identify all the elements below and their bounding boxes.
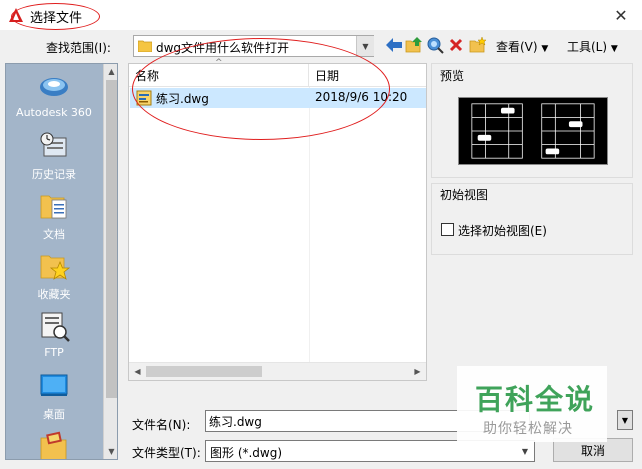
place-label: 历史记录 [32,168,76,181]
autodesk-360-icon [40,78,68,96]
places-scrollbar[interactable]: ▲ ▼ [103,64,117,459]
up-folder-button[interactable] [405,36,423,54]
chevron-down-icon: ▼ [610,44,618,54]
ftp-icon [41,312,70,342]
filetype-label: 文件类型(T): [132,446,201,460]
view-menu[interactable]: 查看(V) ▼ [496,38,548,55]
favorites-icon [40,255,70,280]
close-icon: ✕ [614,5,628,25]
lookin-label: 查找范围(I): [46,41,111,55]
tools-menu[interactable]: 工具(L) ▼ [567,38,618,55]
open-options-button[interactable]: ▼ [617,410,633,430]
preview-group: 预览 [431,63,633,178]
history-icon [40,132,67,157]
scroll-thumb[interactable] [106,80,117,398]
preview-label: 预览 [440,69,465,83]
watermark-title: 百科全说 [475,383,596,416]
drawing-preview [458,97,608,165]
place-favorites[interactable]: 收藏夹 [6,250,102,302]
documents-icon [40,195,67,219]
annotation-ellipse-title [11,3,100,30]
place-label: 桌面 [43,408,65,421]
place-buzzsaw[interactable] [6,430,102,459]
place-documents[interactable]: 文档 [6,190,102,242]
new-folder-icon [469,37,487,53]
place-label: FTP [44,346,64,359]
chevron-down-icon: ▼ [541,44,549,54]
scroll-left-icon[interactable]: ◀ [129,363,146,380]
buzzsaw-icon [40,431,67,459]
chevron-down-icon[interactable]: ▼ [356,36,374,56]
filetype-dropdown[interactable]: 图形 (*.dwg) ▼ [205,440,535,462]
scroll-right-icon[interactable]: ▶ [409,363,426,380]
places-bar: Autodesk 360 历史记录 文档 收藏夹 FTP 桌面 ▲ ▼ [5,63,118,460]
scroll-thumb[interactable] [146,366,262,377]
select-initial-view-checkbox[interactable] [441,223,454,236]
new-folder-button[interactable] [469,36,487,54]
place-label: 收藏夹 [37,288,71,301]
desktop-icon [40,374,68,396]
horizontal-scrollbar[interactable]: ◀ ▶ [129,362,426,380]
up-folder-icon [405,37,422,53]
watermark: 百科全说 助你轻松解决 [457,366,607,442]
close-button[interactable]: ✕ [604,2,638,28]
watermark-subtitle: 助你轻松解决 [483,421,573,437]
scroll-down-icon[interactable]: ▼ [104,444,117,459]
place-ftp[interactable]: FTP [6,310,102,359]
search-web-button[interactable] [426,36,444,54]
delete-icon [449,38,463,52]
chevron-down-icon[interactable]: ▼ [516,441,534,461]
place-desktop[interactable]: 桌面 [6,370,102,422]
initial-view-label: 初始视图 [440,188,489,202]
place-autodesk-360[interactable]: Autodesk 360 [6,70,102,119]
filename-label: 文件名(N): [132,418,191,432]
delete-button[interactable] [447,36,465,54]
select-initial-view-label[interactable]: 选择初始视图(E) [458,222,547,239]
place-label: Autodesk 360 [16,106,92,119]
places-list: Autodesk 360 历史记录 文档 收藏夹 FTP 桌面 [6,64,102,459]
place-label: 文档 [43,228,65,241]
back-button[interactable] [385,36,403,54]
folder-icon [138,40,152,52]
place-history[interactable]: 历史记录 [6,130,102,182]
annotation-ellipse-filelist [132,38,390,140]
scroll-up-icon[interactable]: ▲ [104,64,117,79]
filetype-value: 图形 (*.dwg) [210,446,283,460]
search-web-icon [427,37,444,54]
back-arrow-icon [386,38,402,52]
initial-view-group: 初始视图 选择初始视图(E) [431,183,633,255]
